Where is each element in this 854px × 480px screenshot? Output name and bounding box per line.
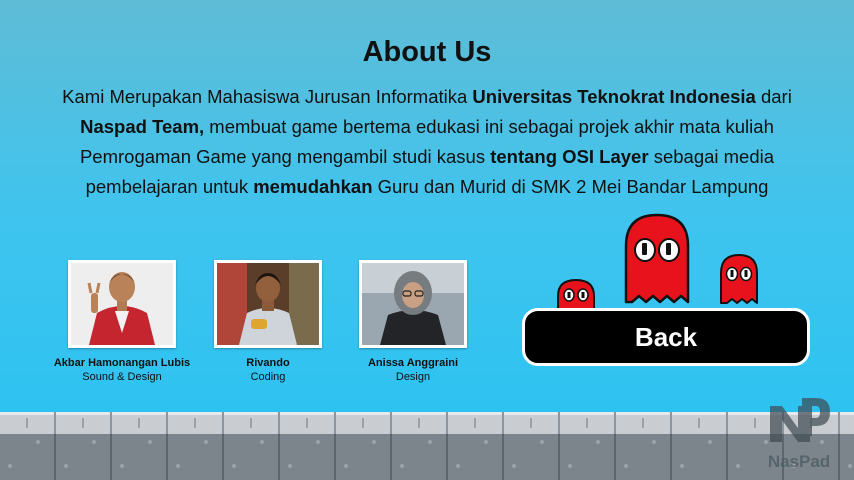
small-ghost-left-icon xyxy=(557,278,595,312)
about-bold-university: Universitas Teknokrat Indonesia xyxy=(472,86,756,107)
member-photo-2 xyxy=(214,260,322,348)
about-bold-topic: tentang OSI Layer xyxy=(490,146,649,167)
large-ghost-icon xyxy=(624,213,690,304)
member-name-3: Anissa Anggraini xyxy=(367,357,459,369)
page-title: About Us xyxy=(362,36,492,68)
person-photo-icon xyxy=(71,263,173,345)
member-photo-3 xyxy=(359,260,467,348)
ground-platform xyxy=(0,412,854,480)
naspad-logo-text: NasPad xyxy=(767,452,831,471)
member-card-3: Anissa Anggraini Design xyxy=(328,260,498,383)
naspad-logo: NasPad xyxy=(754,392,844,472)
about-text-1: Kami Merupakan Mahasiswa Jurusan Informa… xyxy=(62,86,473,107)
naspad-logo-icon xyxy=(770,398,830,442)
about-text-5: Guru dan Murid di SMK 2 Mei Bandar Lampu… xyxy=(372,176,769,197)
member-role-1: Sound & Design xyxy=(82,371,162,383)
about-paragraph: Kami Merupakan Mahasiswa Jurusan Informa… xyxy=(40,82,814,202)
member-card-1: Akbar Hamonangan Lubis Sound & Design xyxy=(37,260,207,383)
member-role-3: Design xyxy=(395,371,431,383)
person-photo-icon xyxy=(362,263,464,345)
member-photo-1 xyxy=(68,260,176,348)
about-text-2: dari xyxy=(755,86,792,107)
person-photo-icon xyxy=(217,263,319,345)
small-ghost-right-icon xyxy=(720,254,758,304)
about-bold-team: Naspad Team, xyxy=(80,116,205,137)
back-button[interactable]: Back xyxy=(522,308,810,366)
member-name-1: Akbar Hamonangan Lubis xyxy=(53,357,191,369)
about-bold-ease: memudahkan xyxy=(253,176,373,197)
